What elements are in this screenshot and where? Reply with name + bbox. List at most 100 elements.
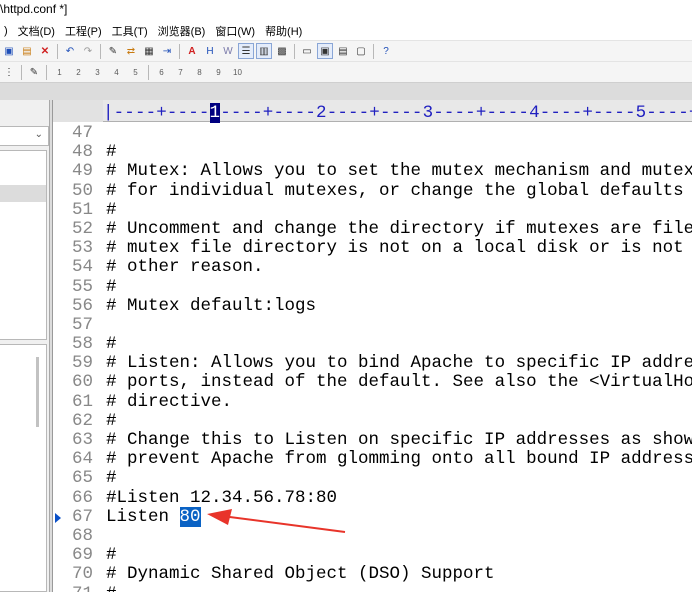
line-number: 60 bbox=[71, 372, 93, 393]
code-line[interactable]: 57 bbox=[53, 315, 692, 335]
macro-slot-1[interactable]: 1 bbox=[51, 64, 68, 80]
redo-icon[interactable]: ↷ bbox=[80, 43, 96, 59]
replace-icon[interactable]: ⇄ bbox=[123, 43, 139, 59]
line-text[interactable]: # bbox=[106, 334, 117, 354]
ruler-segment: ----+----2----+----3----+----4----+----5… bbox=[220, 103, 692, 123]
undo-icon[interactable]: ↶ bbox=[62, 43, 78, 59]
line-numbers-icon[interactable]: ☰ bbox=[238, 43, 254, 59]
line-text[interactable]: # mutex file directory is not on a local… bbox=[106, 238, 692, 258]
menu-project[interactable]: 工程(P) bbox=[61, 23, 108, 39]
line-text[interactable]: # bbox=[106, 411, 117, 431]
font-icon[interactable]: A bbox=[184, 43, 200, 59]
selected-text[interactable]: 80 bbox=[179, 506, 201, 527]
code-line[interactable]: 54 # other reason. bbox=[53, 258, 692, 277]
file-tree-icon[interactable]: ▣ bbox=[317, 43, 333, 59]
code-line[interactable]: 53 # mutex file directory is not on a loc… bbox=[53, 238, 692, 258]
macro-slot-3[interactable]: 3 bbox=[89, 64, 106, 80]
line-text[interactable]: # bbox=[106, 545, 117, 565]
menu-window[interactable]: 窗口(W) bbox=[211, 23, 261, 39]
drive-select[interactable]: ⌄ bbox=[0, 126, 49, 146]
help-icon[interactable]: ? bbox=[378, 43, 394, 59]
macro-slot-7[interactable]: 7 bbox=[172, 64, 189, 80]
code-line[interactable]: 64 # prevent Apache from glomming onto al… bbox=[53, 449, 692, 469]
hex-icon[interactable]: H bbox=[202, 43, 218, 59]
line-text[interactable]: # for individual mutexes, or change the … bbox=[106, 181, 684, 201]
code-line[interactable]: 62 # bbox=[53, 411, 692, 431]
text-editor[interactable]: |----+----1----+----2----+----3----+----… bbox=[52, 100, 692, 592]
macro-slot-label: 10 bbox=[233, 67, 242, 77]
line-number: 65 bbox=[71, 468, 93, 489]
output-window-icon[interactable]: ▤ bbox=[335, 43, 351, 59]
folder-list[interactable] bbox=[0, 150, 47, 340]
line-text[interactable]: Listen 80 bbox=[106, 506, 201, 527]
menu-document[interactable]: 文档(D) bbox=[14, 23, 61, 39]
code-line[interactable]: 63 # Change this to Listen on specific IP… bbox=[53, 430, 692, 450]
code-line[interactable]: 69 # bbox=[53, 545, 692, 565]
macro-slot-2[interactable]: 2 bbox=[70, 64, 87, 80]
copy-icon[interactable]: ▣ bbox=[1, 43, 17, 59]
ruler-cursor-marker: 1 bbox=[209, 103, 221, 123]
column-mode-icon[interactable]: ▥ bbox=[256, 43, 272, 59]
macro-slot-4[interactable]: 4 bbox=[108, 64, 125, 80]
code-line[interactable]: 70 # Dynamic Shared Object (DSO) Support bbox=[53, 565, 692, 584]
code-line[interactable]: 68 bbox=[53, 526, 692, 546]
line-text[interactable]: # Dynamic Shared Object (DSO) Support bbox=[106, 565, 495, 584]
delete-icon[interactable]: ✕ bbox=[37, 43, 53, 59]
line-text[interactable]: # bbox=[106, 469, 117, 488]
selected-folder-row[interactable] bbox=[0, 185, 46, 202]
file-list-scrollbar[interactable] bbox=[36, 357, 39, 427]
menu-edit-fragment[interactable]: ) bbox=[0, 25, 14, 37]
code-line[interactable]: 59 # Listen: Allows you to bind Apache to… bbox=[53, 354, 692, 373]
macro-slot-10[interactable]: 10 bbox=[229, 64, 246, 80]
line-text[interactable]: # bbox=[106, 277, 117, 297]
code-line[interactable]: 49 # Mutex: Allows you to set the mutex m… bbox=[53, 162, 692, 181]
menu-browser[interactable]: 浏览器(B) bbox=[154, 23, 212, 39]
code-line[interactable]: 47 bbox=[53, 123, 692, 143]
macro-slot-label: 9 bbox=[216, 67, 221, 77]
list-view-icon[interactable]: ▢ bbox=[353, 43, 369, 59]
code-line[interactable]: 71 # bbox=[53, 584, 692, 592]
macro-slot-8[interactable]: 8 bbox=[191, 64, 208, 80]
find-in-files-icon[interactable]: ▦ bbox=[141, 43, 157, 59]
paste-icon[interactable]: ▤ bbox=[19, 43, 35, 59]
line-text[interactable]: # Mutex default:logs bbox=[106, 296, 316, 316]
code-line[interactable]: 51 # bbox=[53, 200, 692, 220]
code-line[interactable]: 48 # bbox=[53, 142, 692, 162]
find-icon[interactable]: ✎ bbox=[105, 43, 121, 59]
code-line[interactable]: 50 # for individual mutexes, or change th… bbox=[53, 181, 692, 201]
macro-slot-5[interactable]: 5 bbox=[127, 64, 144, 80]
line-text[interactable]: # other reason. bbox=[106, 258, 264, 277]
line-text[interactable]: # directive. bbox=[106, 392, 232, 412]
macro-record-icon[interactable]: ✎ bbox=[26, 64, 42, 80]
code-line[interactable]: 66 #Listen 12.34.56.78:80 bbox=[53, 488, 692, 508]
line-text[interactable]: # Uncomment and change the directory if … bbox=[106, 219, 692, 239]
line-text[interactable]: # prevent Apache from glomming onto all … bbox=[106, 449, 692, 469]
line-text[interactable]: # Change this to Listen on specific IP a… bbox=[106, 430, 692, 450]
menu-tools[interactable]: 工具(T) bbox=[108, 23, 154, 39]
code-line[interactable]: 65 # bbox=[53, 469, 692, 488]
code-line[interactable]: 52 # Uncomment and change the directory i… bbox=[53, 219, 692, 239]
format-icon[interactable]: ▩ bbox=[274, 43, 290, 59]
line-text[interactable]: # bbox=[106, 584, 117, 592]
goto-line-icon[interactable]: ⇥ bbox=[159, 43, 175, 59]
code-lines[interactable]: 47 48 #49 # Mutex: Allows you to set the mu… bbox=[53, 123, 692, 592]
line-text[interactable]: #Listen 12.34.56.78:80 bbox=[106, 488, 337, 508]
code-line[interactable]: 56 # Mutex default:logs bbox=[53, 296, 692, 316]
menu-help[interactable]: 帮助(H) bbox=[261, 23, 308, 39]
code-line[interactable]: 58 # bbox=[53, 334, 692, 354]
line-text[interactable]: # bbox=[106, 142, 117, 162]
macro-slot-6[interactable]: 6 bbox=[153, 64, 170, 80]
split-view-icon[interactable]: ▭ bbox=[299, 43, 315, 59]
macro-toolbar: ⋮ ✎ 1 2 3 4 5 6 7 8 9 10 bbox=[0, 61, 692, 83]
line-text[interactable]: # Mutex: Allows you to set the mutex mec… bbox=[106, 162, 692, 181]
code-line[interactable]: 60 # ports, instead of the default. See a… bbox=[53, 373, 692, 392]
line-text[interactable]: # ports, instead of the default. See als… bbox=[106, 373, 692, 392]
file-list[interactable] bbox=[0, 344, 47, 592]
word-wrap-icon[interactable]: W bbox=[220, 43, 236, 59]
code-line[interactable]: 61 # directive. bbox=[53, 392, 692, 412]
line-text[interactable]: # Listen: Allows you to bind Apache to s… bbox=[106, 354, 692, 373]
code-line[interactable]: 67 Listen 80 bbox=[53, 506, 692, 527]
code-line[interactable]: 55 # bbox=[53, 277, 692, 297]
macro-slot-9[interactable]: 9 bbox=[210, 64, 227, 80]
line-text[interactable]: # bbox=[106, 200, 117, 220]
